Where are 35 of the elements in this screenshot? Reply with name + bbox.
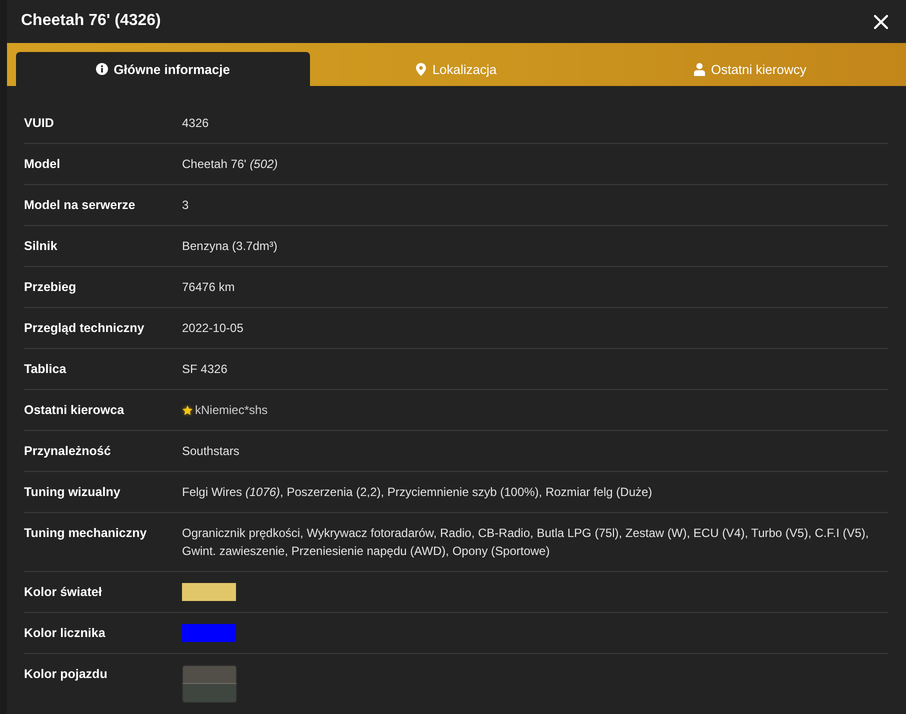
field-value: 76476 km (182, 279, 235, 296)
field-label: Tuning wizualny (24, 484, 122, 501)
field-label: Tuning mechaniczny (24, 525, 148, 542)
window-title: Cheetah 76' (4326) (21, 12, 161, 30)
field-value: SF 4326 (182, 361, 228, 378)
close-icon (874, 14, 888, 29)
close-button[interactable] (872, 12, 890, 31)
field-value: 4326 (182, 115, 209, 132)
info-icon (96, 63, 108, 76)
field-label: Silnik (24, 238, 58, 255)
field-label: Model (24, 156, 62, 173)
field-value: Ogranicznik prędkości, Wykrywacz fotoradarów, Radio, CB-Radio, Butla LPG (75l), Zestaw (W), ECU (V4), Turbo (V5), C.F.I (V5), Gwint. zawieszenie, Przeniesienie napędu (AWD), Opony (Sportowe) (182, 525, 870, 560)
driver-name: kNiemiec*shs (195, 402, 268, 419)
field-label: Przegląd techniczny (24, 320, 146, 337)
field-label: Tablica (24, 361, 68, 378)
field-value: Felgi Wires (1076), Poszerzenia (2,2), Przyciemnienie szyb (100%), Rozmiar felg (Duże) (182, 484, 652, 501)
field-value: Southstars (182, 443, 240, 460)
star-icon (182, 404, 193, 416)
field-label: Kolor licznika (24, 625, 106, 642)
field-label: Ostatni kierowca (24, 402, 126, 419)
field-label: VUID (24, 115, 55, 132)
person-icon (694, 62, 705, 76)
tab[interactable]: Główne informacje (16, 52, 310, 86)
tab[interactable]: Lokalizacja (310, 52, 604, 86)
field-label: Przynależność (24, 443, 112, 460)
field-value: 2022-10-05 (182, 320, 244, 337)
location-pin-icon (416, 62, 426, 76)
field-label: Model na serwerze (24, 197, 136, 214)
field-label: Kolor pojazdu (24, 666, 108, 683)
field-value: Benzyna (3.7dm³) (182, 238, 278, 255)
field-value: Cheetah 76' (502) (182, 156, 278, 173)
tab[interactable]: Ostatni kierowcy (603, 52, 897, 86)
field-label: Przebieg (24, 279, 78, 296)
field-value: 3 (182, 197, 189, 214)
field-label: Kolor świateł (24, 584, 103, 601)
